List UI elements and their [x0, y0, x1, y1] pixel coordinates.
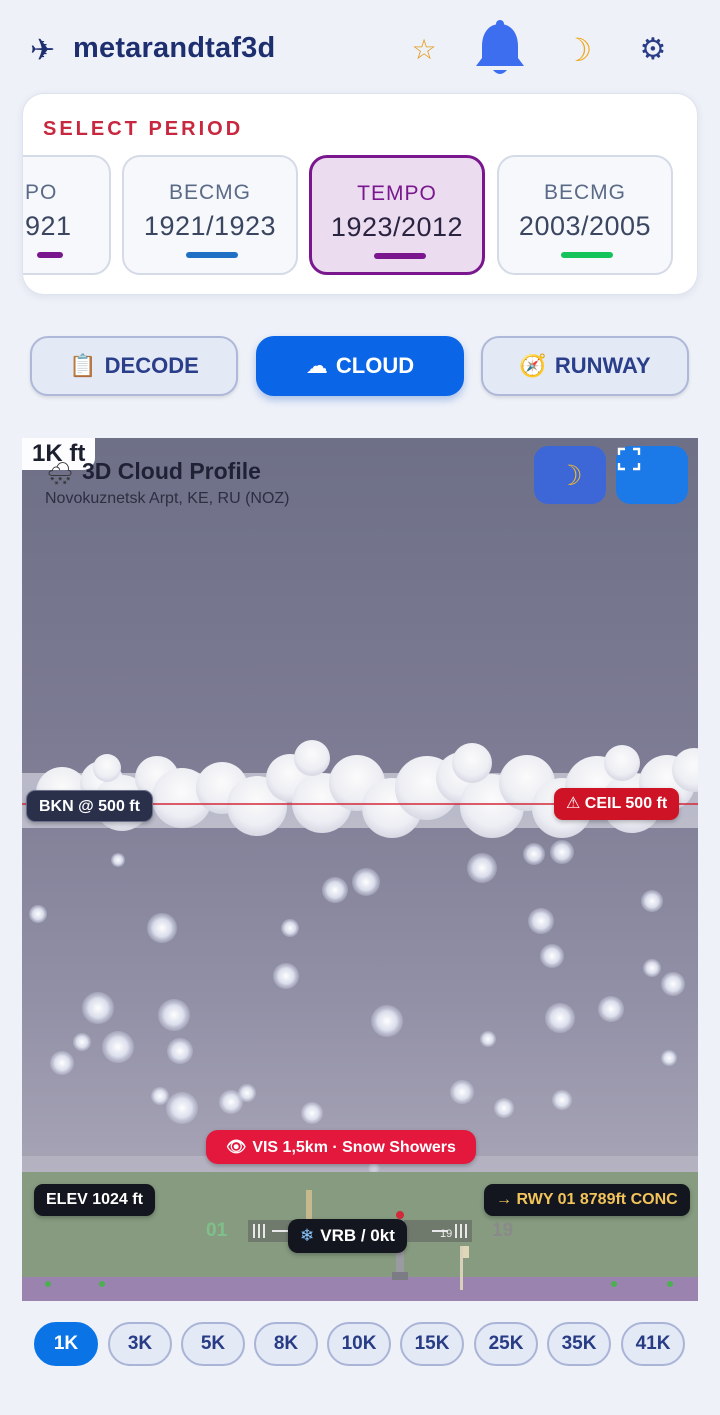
visibility-label: 👁 VIS 1,5km · Snow Showers [206, 1130, 476, 1164]
period-type: BECMG [543, 181, 626, 204]
period-selector-card: SELECT PERIOD PO 921 BECMG 1921/1923 TEM… [22, 93, 698, 295]
wind-label: ❄ VRB / 0kt [288, 1219, 407, 1253]
tab-label: RUNWAY [554, 353, 651, 378]
eye-icon: 👁 [226, 1137, 247, 1156]
app-header: ✈ metarandtaf3d ☆ ☽ ⚙ [0, 0, 720, 100]
period-color-bar [374, 253, 426, 259]
view-tabs: 📋 DECODE ☁ CLOUD 🧭 RUNWAY [0, 336, 720, 398]
altitude-option-1k[interactable]: 1K [34, 1322, 98, 1366]
period-range: 1923/2012 [330, 212, 464, 242]
cloud-scene: 01 19 [22, 740, 698, 1301]
runway-end-left: 01 [206, 1220, 228, 1241]
tab-decode[interactable]: 📋 DECODE [30, 336, 238, 396]
snowflakes [29, 840, 685, 1174]
cloud-layer-label: BKN @ 500 ft [26, 790, 153, 822]
cloud-profile-view[interactable]: 01 19 1K ft 🌨 3D Cloud Profile Novokuzne… [22, 438, 698, 1301]
airplane-icon: ✈ [30, 33, 56, 68]
star-icon[interactable]: ☆ [405, 30, 443, 70]
period-color-bar [37, 252, 63, 258]
wind-icon: ❄ [300, 1226, 315, 1246]
period-tile-becmg-1921[interactable]: BECMG 1921/1923 [122, 155, 298, 275]
fullscreen-button[interactable] [616, 446, 688, 504]
altitude-selector: 1K 3K 5K 8K 10K 15K 25K 35K 41K [0, 1322, 720, 1368]
wind-text: VRB / 0kt [320, 1226, 395, 1245]
clipboard-icon: 📋 [69, 353, 97, 379]
period-type: TEMPO [357, 182, 437, 205]
cloud-icon: ☁ [305, 353, 328, 379]
altitude-option-5k[interactable]: 5K [181, 1322, 245, 1366]
altitude-option-25k[interactable]: 25K [474, 1322, 538, 1366]
period-tile-becmg-2003[interactable]: BECMG 2003/2005 [497, 155, 673, 275]
altitude-option-3k[interactable]: 3K [108, 1322, 172, 1366]
compass-icon: 🧭 [519, 353, 547, 379]
moon-icon: ☽ [557, 458, 583, 492]
period-range: 2003/2005 [518, 211, 652, 241]
fullscreen-icon [617, 447, 641, 471]
runway-marking-right: 19 [440, 1228, 452, 1240]
period-color-bar [186, 252, 238, 258]
runway-label: → RWY 01 8789ft CONC [484, 1184, 690, 1216]
altitude-option-10k[interactable]: 10K [327, 1322, 391, 1366]
period-tile-tempo-1923[interactable]: TEMPO 1923/2012 [309, 155, 485, 275]
viz-title: 3D Cloud Profile [82, 458, 261, 484]
moon-icon[interactable]: ☽ [558, 30, 598, 70]
period-type: BECMG [168, 181, 251, 204]
period-tile-tempo-1919[interactable]: PO 921 [23, 155, 111, 275]
viz-location: Novokuznetsk Arpt, KE, RU (NOZ) [45, 490, 290, 507]
altitude-option-8k[interactable]: 8K [254, 1322, 318, 1366]
ceiling-label: ⚠ CEIL 500 ft [554, 788, 680, 820]
period-heading: SELECT PERIOD [43, 118, 244, 140]
elevation-label: ELEV 1024 ft [34, 1184, 155, 1216]
app-title: metarandtaf3d [73, 32, 276, 64]
bell-icon[interactable] [470, 18, 530, 80]
night-mode-button[interactable]: ☽ [534, 446, 606, 504]
altitude-option-41k[interactable]: 41K [621, 1322, 685, 1366]
gear-icon[interactable]: ⚙ [633, 30, 673, 70]
tab-label: CLOUD [335, 353, 415, 378]
period-type: PO [25, 181, 58, 204]
tab-label: DECODE [104, 353, 199, 378]
snow-cloud-icon: 🌨 [46, 462, 74, 487]
visibility-text: VIS 1,5km · Snow Showers [252, 1139, 456, 1156]
tab-cloud[interactable]: ☁ CLOUD [256, 336, 464, 396]
runway-end-right: 19 [492, 1220, 514, 1241]
altitude-option-35k[interactable]: 35K [547, 1322, 611, 1366]
period-range: 1921/1923 [143, 211, 277, 241]
altitude-option-15k[interactable]: 15K [400, 1322, 464, 1366]
period-color-bar [561, 252, 613, 258]
period-range: 921 [25, 211, 72, 241]
tab-runway[interactable]: 🧭 RUNWAY [481, 336, 689, 396]
